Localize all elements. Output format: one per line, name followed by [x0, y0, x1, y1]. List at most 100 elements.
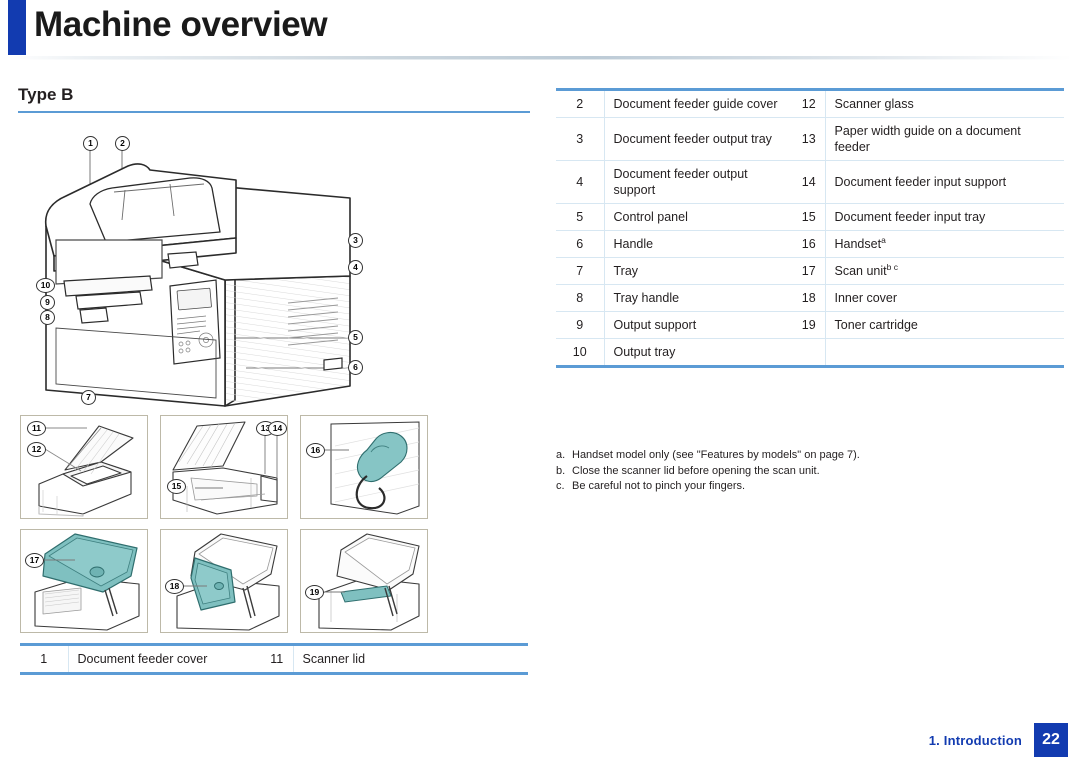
- part-label: Scanner lid: [292, 646, 528, 672]
- part-number: 1: [40, 652, 48, 666]
- callout-8: 8: [40, 310, 55, 325]
- footnotes-block: a. Handset model only (see "Features by m…: [556, 448, 1061, 495]
- callout-17: 17: [25, 553, 44, 568]
- footnote-text: Handset model only (see "Features by mod…: [572, 449, 860, 461]
- detail-panel-document-feeder: 13 14 15: [160, 415, 288, 519]
- detail-illustrations-grid: 11 12 13 14 15 16 17 18 19: [20, 415, 428, 633]
- part-number: [793, 338, 825, 365]
- part-label: Document feeder input tray: [824, 203, 1064, 231]
- part-label: Inner cover: [824, 284, 1064, 312]
- parts-table: 1 Document feeder cover 11 Scanner lid: [20, 646, 528, 672]
- table-bottom-rule: [20, 672, 528, 675]
- table-row: 4 Document feeder output support 14 Documen…: [556, 160, 1064, 204]
- footnote-marker: b c: [886, 261, 898, 272]
- part-number: 7: [556, 257, 604, 285]
- table-row: 8 Tray handle 18 Inner cover: [556, 284, 1064, 312]
- footnote-text: Close the scanner lid before opening the…: [572, 464, 820, 477]
- detail-panel-inner-cover: 18: [160, 529, 288, 633]
- part-label: Handseta: [824, 230, 1064, 258]
- table-row: 10 Output tray: [556, 338, 1064, 365]
- machine-front-illustration: 1 2 3 4 5 6 7 8 9 10: [20, 128, 525, 410]
- table-row: 6 Handle 16 Handseta: [556, 230, 1064, 258]
- part-number: 10: [556, 338, 604, 365]
- callout-2: 2: [115, 136, 130, 151]
- part-number: 2: [576, 97, 584, 111]
- scan-unit-svg: [34, 533, 140, 631]
- callout-16: 16: [306, 443, 325, 458]
- part-label: Toner cartridge: [824, 311, 1064, 339]
- table-row: 9 Output support 19 Toner cartridge: [556, 311, 1064, 339]
- part-number: 17: [793, 257, 825, 285]
- callout-6: 6: [348, 360, 363, 375]
- callout-5: 5: [348, 330, 363, 345]
- footnote-text: Be careful not to pinch your fingers.: [572, 480, 746, 492]
- part-number: 18: [793, 284, 825, 312]
- handset-svg: [325, 421, 420, 515]
- part-label: Tray handle: [603, 284, 793, 312]
- footnote-marker: a: [881, 234, 886, 245]
- parts-table-bottom-left: 1 Document feeder cover 11 Scanner lid: [20, 643, 528, 675]
- part-label: Output tray: [603, 338, 793, 365]
- printer-diagram-svg: [44, 146, 351, 407]
- part-number: 3: [556, 117, 604, 161]
- detail-panel-toner-cartridge: 19: [300, 529, 428, 633]
- header-accent-bar: [8, 0, 26, 55]
- table-row: 5 Control panel 15 Document feeder input tr…: [556, 203, 1064, 231]
- part-label: Document feeder input support: [824, 160, 1064, 204]
- part-number: 6: [556, 230, 604, 258]
- part-number: 4: [556, 160, 604, 204]
- part-number: 13: [793, 117, 825, 161]
- callout-12: 12: [27, 442, 46, 457]
- footnote: b. Close the scanner lid before opening t…: [556, 464, 1061, 480]
- callout-1: 1: [83, 136, 98, 151]
- section-heading: Type B: [18, 84, 530, 113]
- callout-19: 19: [305, 585, 324, 600]
- page-footer: 1. Introduction 22: [0, 713, 1080, 763]
- part-label: Document feeder cover: [67, 646, 261, 672]
- table-row: 3 Document feeder output tray 13 Paper widt…: [556, 117, 1064, 161]
- table-row: 7 Tray 17 Scan unitb c: [556, 257, 1064, 285]
- callout-10: 10: [36, 278, 55, 293]
- part-label: Document feeder output tray: [603, 117, 793, 161]
- part-label: [824, 338, 1064, 365]
- footer-page-number: 22: [1034, 723, 1068, 757]
- callout-3: 3: [348, 233, 363, 248]
- section-title: Type B: [18, 85, 74, 104]
- table-row: 1 Document feeder cover 11 Scanner lid: [20, 646, 528, 672]
- callout-7: 7: [81, 390, 96, 405]
- part-number: 16: [793, 230, 825, 258]
- toner-cartridge-svg: [318, 533, 420, 631]
- part-number: 12: [801, 97, 816, 111]
- part-number: 5: [556, 203, 604, 231]
- parts-table-right: 2 Document feeder guide cover 12 Scanner gl…: [556, 88, 1064, 368]
- part-number: 11: [270, 652, 284, 666]
- footnote-marker: a.: [556, 449, 566, 461]
- page-title: Machine overview: [34, 5, 328, 44]
- footnote-marker: c.: [556, 480, 565, 492]
- part-number: 8: [556, 284, 604, 312]
- part-label: Scanner glass: [824, 91, 1064, 118]
- parts-table: 2 Document feeder guide cover 12 Scanner gl…: [556, 91, 1064, 365]
- detail-panel-scan-unit: 17: [20, 529, 148, 633]
- detail-panel-scanner-glass: 11 12: [20, 415, 148, 519]
- part-number: 19: [793, 311, 825, 339]
- footnote-marker: b.: [556, 464, 566, 477]
- footnote: c. Be careful not to pinch your fingers.: [556, 479, 1061, 495]
- callout-15: 15: [167, 479, 186, 494]
- part-label: Tray: [603, 257, 793, 285]
- footnote: a. Handset model only (see "Features by m…: [556, 448, 1061, 464]
- callout-4: 4: [348, 260, 363, 275]
- part-label: Output support: [603, 311, 793, 339]
- part-number: 14: [793, 160, 825, 204]
- part-label: Paper width guide on a document feeder: [824, 117, 1064, 161]
- part-label: Document feeder output support: [603, 160, 793, 204]
- page-header: Machine overview: [0, 0, 1080, 62]
- callout-11: 11: [27, 421, 46, 436]
- callout-9: 9: [40, 295, 55, 310]
- part-label: Control panel: [603, 203, 793, 231]
- callout-14: 14: [268, 421, 287, 436]
- table-bottom-rule: [556, 365, 1064, 368]
- part-label: Handle: [603, 230, 793, 258]
- callout-18: 18: [165, 579, 184, 594]
- part-label: Document feeder guide cover: [603, 91, 793, 118]
